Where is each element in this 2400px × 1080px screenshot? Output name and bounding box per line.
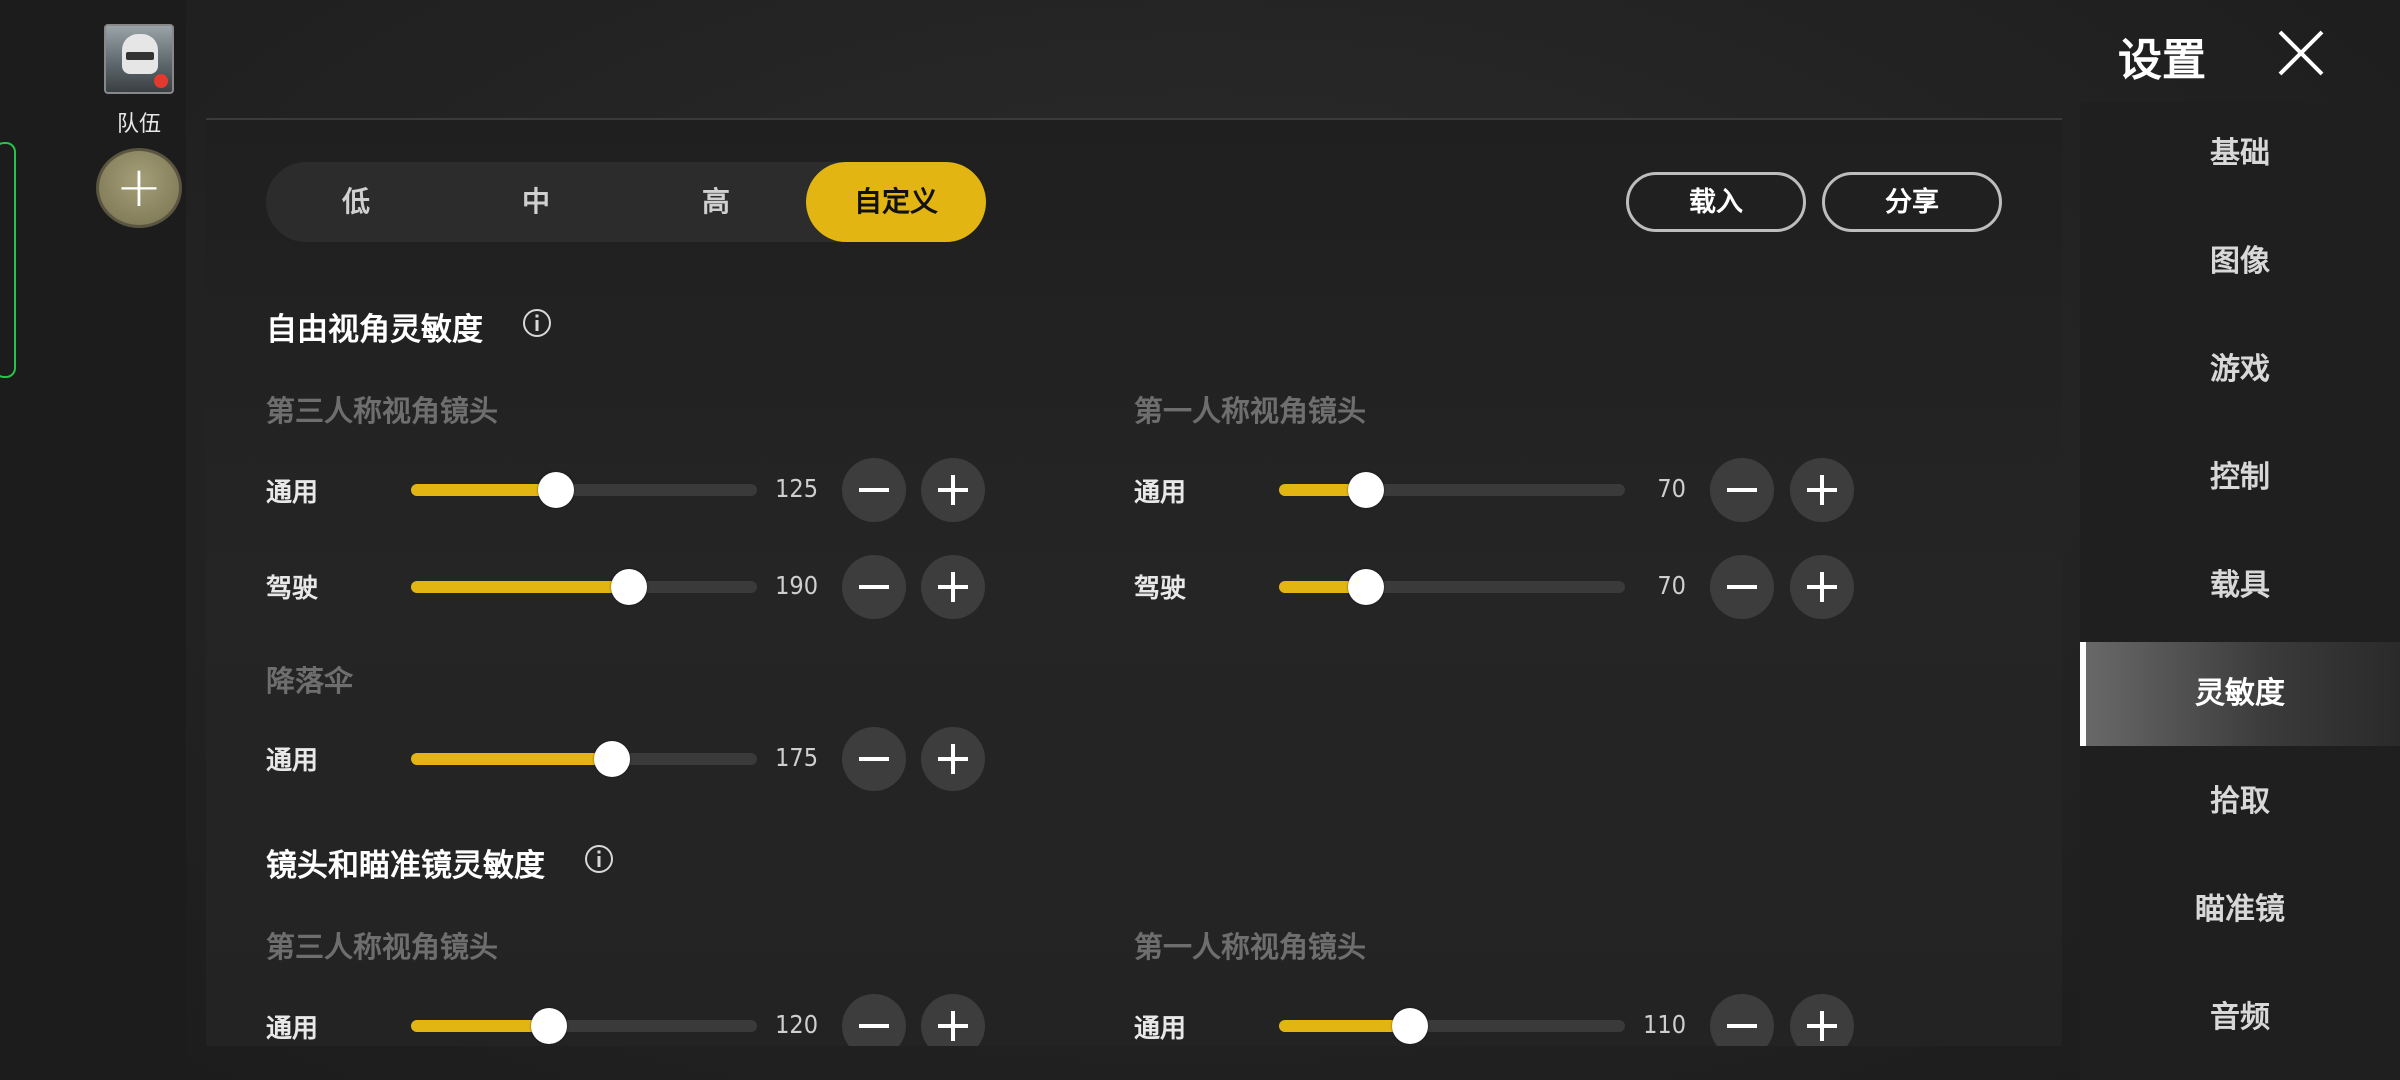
nav-item-audio[interactable]: 音频 (2080, 966, 2400, 1070)
decrease-button[interactable] (842, 555, 906, 619)
status-dot (154, 74, 168, 88)
slider-track[interactable] (1279, 1008, 1625, 1044)
nav-item-basic[interactable]: 基础 (2080, 102, 2400, 206)
preset-custom[interactable]: 自定义 (806, 162, 986, 242)
slider-track[interactable] (1279, 569, 1625, 605)
slider-handle[interactable] (1392, 1008, 1429, 1044)
slider-value: 110 (1643, 1010, 1686, 1039)
settings-nav: 基础 图像 游戏 控制 载具 灵敏度 拾取 瞄准镜 音频 (2080, 102, 2400, 1080)
minus-icon (859, 488, 889, 492)
plus-icon-vertical (1820, 475, 1824, 505)
decrease-button[interactable] (1710, 994, 1774, 1046)
slider-value: 125 (775, 474, 818, 503)
free-look-title: 自由视角灵敏度 (266, 312, 483, 348)
minus-icon (1727, 585, 1757, 589)
third-person-title: 第三人称视角镜头 (266, 394, 499, 428)
slider-value: 70 (1657, 571, 1686, 600)
increase-button[interactable] (921, 555, 985, 619)
player-avatar[interactable] (104, 24, 174, 94)
slider-value: 120 (775, 1010, 818, 1039)
close-icon[interactable] (2276, 28, 2326, 78)
nav-item-controls[interactable]: 控制 (2080, 426, 2400, 530)
preset-low[interactable]: 低 (266, 162, 446, 242)
minus-icon (1727, 1024, 1757, 1028)
plus-icon-vertical (951, 572, 955, 602)
slider-fill (1279, 1020, 1411, 1032)
sensitivity-panel: 低 中 高 自定义 载入 分享 自由视角灵敏度 第三人称视角镜头 第一人称视角镜… (206, 118, 2062, 1046)
row-label: 通用 (266, 478, 319, 508)
parachute-title: 降落伞 (266, 664, 354, 698)
nav-item-graphics[interactable]: 图像 (2080, 210, 2400, 314)
slider-handle[interactable] (593, 741, 630, 777)
team-strip: 队伍 + (0, 0, 186, 1080)
minus-icon (859, 1024, 889, 1028)
slider-track[interactable] (411, 569, 757, 605)
increase-button[interactable] (1790, 994, 1854, 1046)
slider-handle[interactable] (1347, 472, 1384, 508)
load-button[interactable]: 载入 (1626, 172, 1806, 232)
minus-icon (1727, 488, 1757, 492)
slider-value: 70 (1657, 474, 1686, 503)
plus-icon: + (115, 155, 163, 220)
row-label: 通用 (266, 746, 319, 776)
plus-icon-vertical (951, 475, 955, 505)
increase-button[interactable] (1790, 458, 1854, 522)
nav-item-game[interactable]: 游戏 (2080, 318, 2400, 422)
side-drawer-handle[interactable] (0, 142, 16, 378)
increase-button[interactable] (921, 994, 985, 1046)
camera-scope-title: 镜头和瞄准镜灵敏度 (266, 848, 545, 884)
decrease-button[interactable] (842, 727, 906, 791)
increase-button[interactable] (1790, 555, 1854, 619)
slider-handle[interactable] (538, 472, 575, 508)
decrease-button[interactable] (842, 458, 906, 522)
plus-icon-vertical (951, 1011, 955, 1041)
slider-handle[interactable] (610, 569, 647, 605)
nav-item-sensitivity[interactable]: 灵敏度 (2080, 642, 2400, 746)
slider-fill (411, 581, 629, 593)
slider-track[interactable] (411, 741, 757, 777)
slider-handle[interactable] (531, 1008, 568, 1044)
team-label: 队伍 (116, 112, 161, 137)
first-person-title: 第一人称视角镜头 (1134, 930, 1367, 964)
slider-value: 175 (775, 743, 818, 772)
slider-fill (411, 484, 557, 496)
slider-fill (411, 753, 612, 765)
decrease-button[interactable] (1710, 555, 1774, 619)
row-label: 驾驶 (1134, 574, 1187, 604)
nav-item-vehicle[interactable]: 载具 (2080, 534, 2400, 638)
row-label: 通用 (1134, 1014, 1187, 1044)
decrease-button[interactable] (1710, 458, 1774, 522)
info-icon[interactable] (584, 844, 614, 874)
increase-button[interactable] (921, 727, 985, 791)
slider-fill (411, 1020, 550, 1032)
row-label: 通用 (1134, 478, 1187, 508)
page-title: 设置 (2118, 35, 2206, 86)
increase-button[interactable] (921, 458, 985, 522)
row-label: 通用 (266, 1014, 319, 1044)
plus-icon-vertical (1820, 572, 1824, 602)
plus-icon-vertical (951, 744, 955, 774)
first-person-title: 第一人称视角镜头 (1134, 394, 1367, 428)
slider-handle[interactable] (1347, 569, 1384, 605)
slider-track[interactable] (411, 1008, 757, 1044)
preset-selector: 低 中 高 自定义 (266, 162, 986, 242)
slider-value: 190 (775, 571, 818, 600)
minus-icon (859, 757, 889, 761)
third-person-title: 第三人称视角镜头 (266, 930, 499, 964)
slider-track[interactable] (411, 472, 757, 508)
row-label: 驾驶 (266, 574, 319, 604)
nav-item-pickup[interactable]: 拾取 (2080, 750, 2400, 854)
minus-icon (859, 585, 889, 589)
decrease-button[interactable] (842, 994, 906, 1046)
share-button[interactable]: 分享 (1822, 172, 2002, 232)
info-icon[interactable] (522, 308, 552, 338)
nav-item-scope[interactable]: 瞄准镜 (2080, 858, 2400, 962)
helmet-visor (126, 52, 154, 60)
preset-high[interactable]: 高 (626, 162, 806, 242)
slider-track[interactable] (1279, 472, 1625, 508)
add-teammate-button[interactable]: + (96, 148, 182, 228)
preset-medium[interactable]: 中 (446, 162, 626, 242)
plus-icon-vertical (1820, 1011, 1824, 1041)
